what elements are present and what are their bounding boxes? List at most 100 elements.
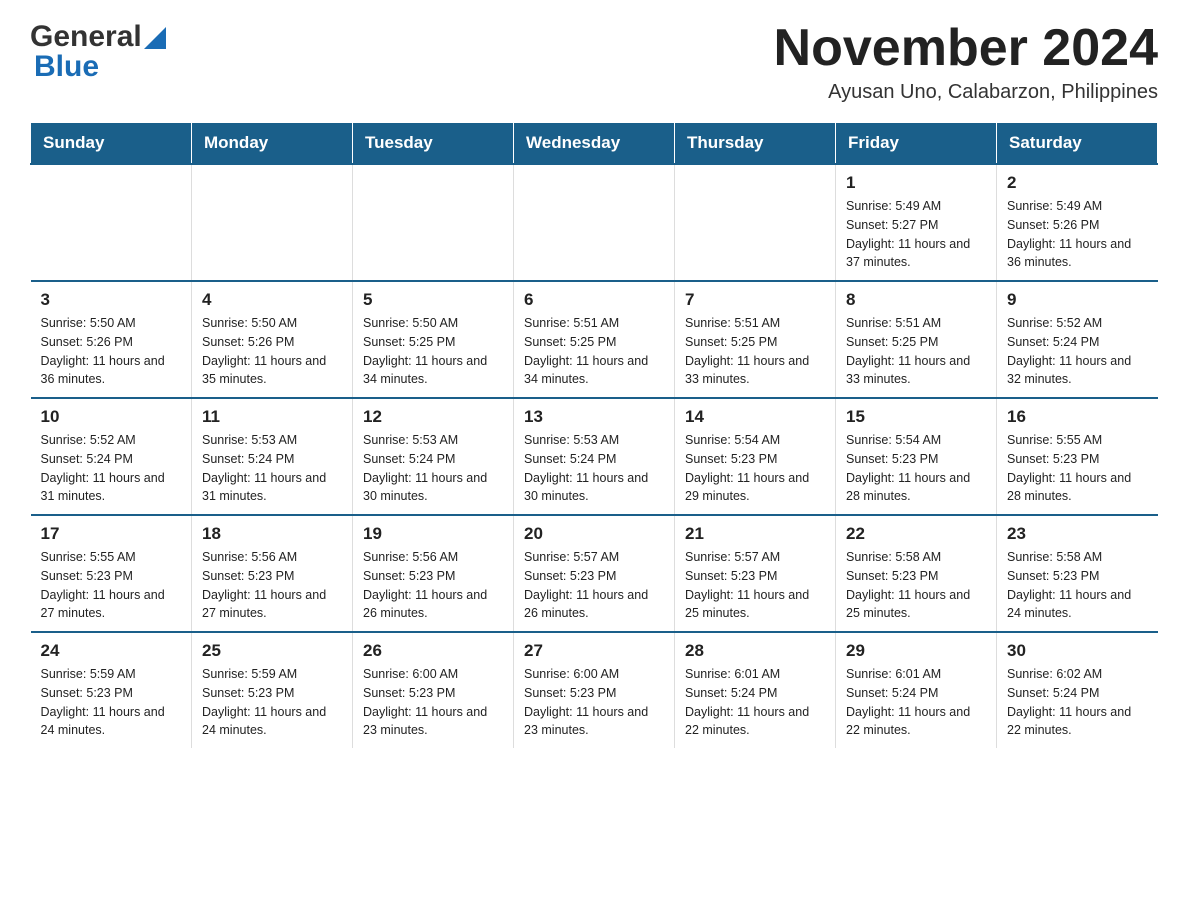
day-info: Sunrise: 5:54 AMSunset: 5:23 PMDaylight:…: [846, 431, 986, 506]
day-number: 28: [685, 641, 825, 661]
calendar-header-row: SundayMondayTuesdayWednesdayThursdayFrid…: [31, 123, 1158, 165]
calendar-cell: 23 Sunrise: 5:58 AMSunset: 5:23 PMDayligh…: [997, 515, 1158, 632]
calendar-week-row: 24 Sunrise: 5:59 AMSunset: 5:23 PMDayligh…: [31, 632, 1158, 748]
day-number: 11: [202, 407, 342, 427]
day-info: Sunrise: 6:01 AMSunset: 5:24 PMDaylight:…: [846, 665, 986, 740]
day-info: Sunrise: 5:58 AMSunset: 5:23 PMDaylight:…: [846, 548, 986, 623]
calendar-cell: 25Sunrise: 5:59 AMSunset: 5:23 PMDayligh…: [192, 632, 353, 748]
day-info: Sunrise: 6:01 AMSunset: 5:24 PMDaylight:…: [685, 665, 825, 740]
calendar-week-row: 17 Sunrise: 5:55 AMSunset: 5:23 PMDayligh…: [31, 515, 1158, 632]
day-info: Sunrise: 6:02 AMSunset: 5:24 PMDaylight:…: [1007, 665, 1148, 740]
calendar-cell: 4 Sunrise: 5:50 AMSunset: 5:26 PMDaylight…: [192, 281, 353, 398]
day-number: 1: [846, 173, 986, 193]
day-number: 23: [1007, 524, 1148, 544]
day-info: Sunrise: 6:00 AMSunset: 5:23 PMDaylight:…: [363, 665, 503, 740]
calendar-cell: 14 Sunrise: 5:54 AMSunset: 5:23 PMDayligh…: [675, 398, 836, 515]
day-info: Sunrise: 5:54 AMSunset: 5:23 PMDaylight:…: [685, 431, 825, 506]
calendar-cell: 8Sunrise: 5:51 AMSunset: 5:25 PMDaylight…: [836, 281, 997, 398]
calendar-week-row: 1Sunrise: 5:49 AMSunset: 5:27 PMDaylight…: [31, 164, 1158, 281]
logo-blue-text: Blue: [34, 50, 99, 84]
day-info: Sunrise: 5:51 AMSunset: 5:25 PMDaylight:…: [524, 314, 664, 389]
calendar-cell: 11 Sunrise: 5:53 AMSunset: 5:24 PMDayligh…: [192, 398, 353, 515]
calendar-cell: 2Sunrise: 5:49 AMSunset: 5:26 PMDaylight…: [997, 164, 1158, 281]
calendar-cell: 21 Sunrise: 5:57 AMSunset: 5:23 PMDayligh…: [675, 515, 836, 632]
day-info: Sunrise: 5:53 AMSunset: 5:24 PMDaylight:…: [363, 431, 503, 506]
day-number: 26: [363, 641, 503, 661]
calendar-week-row: 10 Sunrise: 5:52 AMSunset: 5:24 PMDayligh…: [31, 398, 1158, 515]
calendar-cell: 9Sunrise: 5:52 AMSunset: 5:24 PMDaylight…: [997, 281, 1158, 398]
day-number: 24: [41, 641, 182, 661]
day-number: 20: [524, 524, 664, 544]
calendar-cell: [675, 164, 836, 281]
day-number: 13: [524, 407, 664, 427]
day-number: 5: [363, 290, 503, 310]
day-number: 3: [41, 290, 182, 310]
day-info: Sunrise: 5:59 AMSunset: 5:23 PMDaylight:…: [41, 665, 182, 740]
day-info: Sunrise: 5:53 AMSunset: 5:24 PMDaylight:…: [202, 431, 342, 506]
calendar-cell: [31, 164, 192, 281]
day-info: Sunrise: 5:50 AMSunset: 5:26 PMDaylight:…: [41, 314, 182, 389]
day-info: Sunrise: 5:51 AMSunset: 5:25 PMDaylight:…: [685, 314, 825, 389]
calendar-cell: 1Sunrise: 5:49 AMSunset: 5:27 PMDaylight…: [836, 164, 997, 281]
day-info: Sunrise: 5:57 AMSunset: 5:23 PMDaylight:…: [685, 548, 825, 623]
day-number: 15: [846, 407, 986, 427]
logo-general-text: General: [30, 20, 142, 54]
calendar-week-row: 3 Sunrise: 5:50 AMSunset: 5:26 PMDaylight…: [31, 281, 1158, 398]
calendar-cell: [353, 164, 514, 281]
day-number: 19: [363, 524, 503, 544]
calendar-cell: 22 Sunrise: 5:58 AMSunset: 5:23 PMDayligh…: [836, 515, 997, 632]
day-number: 27: [524, 641, 664, 661]
subtitle: Ayusan Uno, Calabarzon, Philippines: [774, 81, 1158, 104]
calendar-day-header: Saturday: [997, 123, 1158, 165]
calendar-day-header: Monday: [192, 123, 353, 165]
day-info: Sunrise: 5:50 AMSunset: 5:25 PMDaylight:…: [363, 314, 503, 389]
day-number: 4: [202, 290, 342, 310]
calendar-cell: 29Sunrise: 6:01 AMSunset: 5:24 PMDayligh…: [836, 632, 997, 748]
calendar-day-header: Friday: [836, 123, 997, 165]
day-number: 17: [41, 524, 182, 544]
calendar-cell: 17 Sunrise: 5:55 AMSunset: 5:23 PMDayligh…: [31, 515, 192, 632]
calendar-cell: 13 Sunrise: 5:53 AMSunset: 5:24 PMDayligh…: [514, 398, 675, 515]
logo-triangle-icon: [144, 27, 166, 49]
calendar-cell: 26 Sunrise: 6:00 AMSunset: 5:23 PMDayligh…: [353, 632, 514, 748]
day-info: Sunrise: 5:57 AMSunset: 5:23 PMDaylight:…: [524, 548, 664, 623]
calendar-cell: 19Sunrise: 5:56 AMSunset: 5:23 PMDayligh…: [353, 515, 514, 632]
day-number: 14: [685, 407, 825, 427]
calendar-day-header: Thursday: [675, 123, 836, 165]
logo: General Blue: [30, 20, 166, 84]
day-number: 10: [41, 407, 182, 427]
day-number: 7: [685, 290, 825, 310]
day-info: Sunrise: 5:52 AMSunset: 5:24 PMDaylight:…: [41, 431, 182, 506]
day-number: 18: [202, 524, 342, 544]
main-title: November 2024: [774, 20, 1158, 77]
calendar-cell: [514, 164, 675, 281]
calendar-cell: 27 Sunrise: 6:00 AMSunset: 5:23 PMDayligh…: [514, 632, 675, 748]
day-info: Sunrise: 5:59 AMSunset: 5:23 PMDaylight:…: [202, 665, 342, 740]
calendar-table: SundayMondayTuesdayWednesdayThursdayFrid…: [30, 122, 1158, 748]
calendar-cell: 24 Sunrise: 5:59 AMSunset: 5:23 PMDayligh…: [31, 632, 192, 748]
day-info: Sunrise: 5:51 AMSunset: 5:25 PMDaylight:…: [846, 314, 986, 389]
day-info: Sunrise: 5:50 AMSunset: 5:26 PMDaylight:…: [202, 314, 342, 389]
day-number: 21: [685, 524, 825, 544]
calendar-cell: 16Sunrise: 5:55 AMSunset: 5:23 PMDayligh…: [997, 398, 1158, 515]
day-number: 22: [846, 524, 986, 544]
day-info: Sunrise: 5:49 AMSunset: 5:26 PMDaylight:…: [1007, 197, 1148, 272]
calendar-cell: 18 Sunrise: 5:56 AMSunset: 5:23 PMDayligh…: [192, 515, 353, 632]
day-info: Sunrise: 5:56 AMSunset: 5:23 PMDaylight:…: [202, 548, 342, 623]
day-info: Sunrise: 5:52 AMSunset: 5:24 PMDaylight:…: [1007, 314, 1148, 389]
day-info: Sunrise: 5:58 AMSunset: 5:23 PMDaylight:…: [1007, 548, 1148, 623]
calendar-cell: 20 Sunrise: 5:57 AMSunset: 5:23 PMDayligh…: [514, 515, 675, 632]
day-info: Sunrise: 5:55 AMSunset: 5:23 PMDaylight:…: [41, 548, 182, 623]
calendar-cell: [192, 164, 353, 281]
calendar-cell: 5 Sunrise: 5:50 AMSunset: 5:25 PMDaylight…: [353, 281, 514, 398]
day-number: 12: [363, 407, 503, 427]
calendar-day-header: Sunday: [31, 123, 192, 165]
day-info: Sunrise: 5:53 AMSunset: 5:24 PMDaylight:…: [524, 431, 664, 506]
calendar-cell: 30 Sunrise: 6:02 AMSunset: 5:24 PMDayligh…: [997, 632, 1158, 748]
day-info: Sunrise: 6:00 AMSunset: 5:23 PMDaylight:…: [524, 665, 664, 740]
day-info: Sunrise: 5:55 AMSunset: 5:23 PMDaylight:…: [1007, 431, 1148, 506]
calendar-cell: 7 Sunrise: 5:51 AMSunset: 5:25 PMDaylight…: [675, 281, 836, 398]
calendar-cell: 15 Sunrise: 5:54 AMSunset: 5:23 PMDayligh…: [836, 398, 997, 515]
calendar-cell: 12 Sunrise: 5:53 AMSunset: 5:24 PMDayligh…: [353, 398, 514, 515]
day-number: 30: [1007, 641, 1148, 661]
